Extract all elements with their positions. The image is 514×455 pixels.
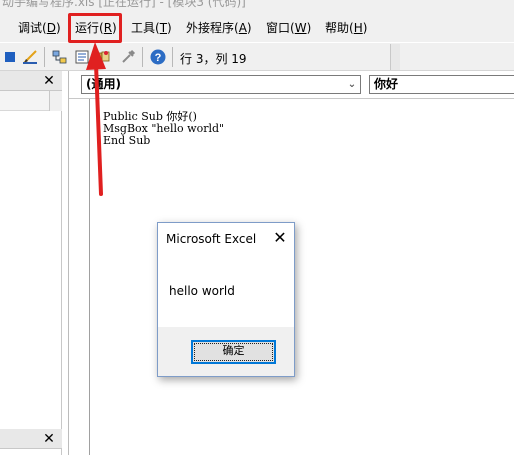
close-icon[interactable]: ✕: [40, 73, 58, 89]
design-mode-icon[interactable]: [22, 49, 38, 65]
code-editor[interactable]: Public Sub 你好() MsgBox "hello world" End…: [103, 111, 224, 147]
toolbar-separator: [142, 47, 143, 67]
window-title: 动手编写程序.xls [正在运行] - [模块3 (代码)]: [2, 0, 246, 9]
menu-window[interactable]: 窗口(W): [266, 19, 311, 37]
dialog-message: hello world: [169, 284, 235, 298]
ok-button[interactable]: 确定: [191, 340, 276, 364]
code-line: End Sub: [103, 134, 151, 147]
toolbar-overflow-icon[interactable]: [390, 44, 400, 70]
procedure-combo-value: 你好: [374, 77, 399, 91]
standard-toolbar: ? 行 3，列 19: [0, 43, 514, 71]
dialog-footer: 确定: [158, 327, 294, 376]
menu-addins[interactable]: 外接程序(A): [186, 19, 252, 37]
chevron-down-icon[interactable]: ⌄: [346, 76, 358, 93]
msgbox-dialog: Microsoft Excel ✕ hello world 确定: [157, 222, 295, 377]
run-menu-highlight: [68, 13, 122, 43]
ok-button-label: 确定: [222, 344, 245, 357]
combo-divider: [69, 98, 514, 99]
dialog-title: Microsoft Excel: [166, 232, 257, 246]
close-icon[interactable]: ✕: [270, 228, 290, 248]
toolbox-icon[interactable]: [120, 49, 136, 65]
stop-icon[interactable]: [2, 49, 18, 65]
object-browser-icon[interactable]: [94, 49, 110, 65]
project-explorer-icon[interactable]: [52, 49, 68, 65]
svg-text:?: ?: [155, 52, 162, 64]
menu-help[interactable]: 帮助(H): [325, 19, 367, 37]
window-title-bar: 动手编写程序.xls [正在运行] - [模块3 (代码)]: [0, 0, 514, 12]
project-pane-toolbar: [0, 91, 62, 111]
procedure-combo[interactable]: 你好: [369, 75, 514, 94]
project-pane-header: ✕: [0, 71, 62, 91]
object-combo[interactable]: (通用) ⌄: [81, 75, 361, 94]
toolbar-separator: [44, 47, 45, 67]
object-combo-value: (通用): [86, 77, 121, 91]
close-icon[interactable]: ✕: [40, 431, 58, 447]
margin-indicator-bar[interactable]: [73, 99, 90, 455]
properties-icon[interactable]: [74, 49, 90, 65]
toolbar-separator: [172, 47, 173, 67]
cursor-position: 行 3，列 19: [180, 52, 247, 66]
help-icon[interactable]: ?: [150, 49, 166, 65]
properties-pane-header: ✕: [0, 429, 62, 449]
project-pane: ✕ ✕: [0, 71, 62, 455]
vbe-window: 动手编写程序.xls [正在运行] - [模块3 (代码)] 调试(D) 运行(…: [0, 0, 514, 455]
menu-tools[interactable]: 工具(T): [131, 19, 172, 37]
menu-debug[interactable]: 调试(D): [18, 19, 61, 37]
pane-scroll-icon[interactable]: [49, 91, 62, 111]
